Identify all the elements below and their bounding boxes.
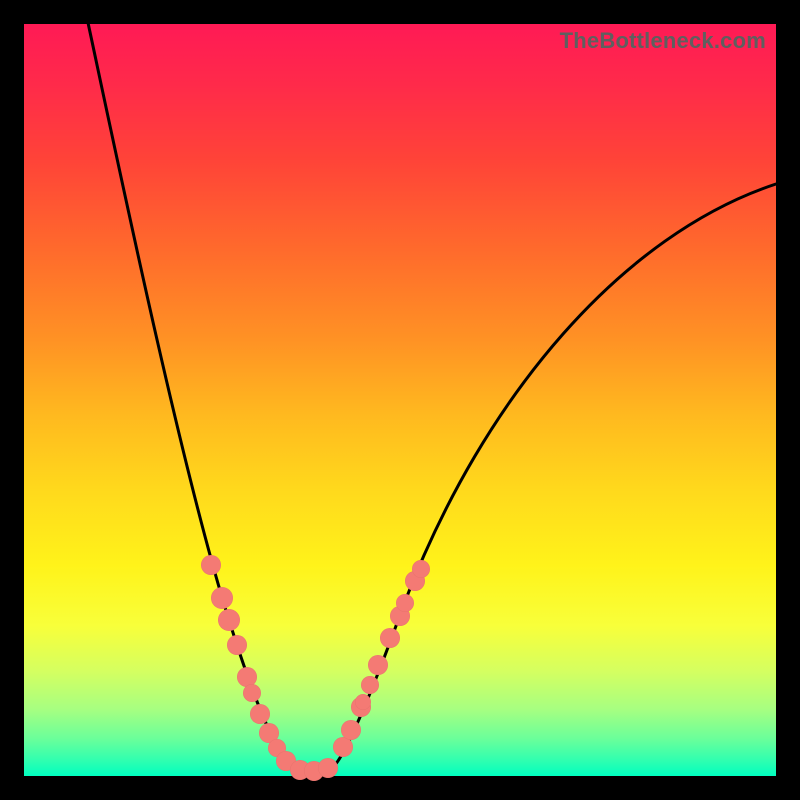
data-dot <box>361 676 379 694</box>
plot-area: TheBottleneck.com <box>24 24 776 776</box>
curve-left-branch <box>87 18 290 766</box>
data-dot <box>227 635 247 655</box>
data-dot <box>355 694 371 710</box>
data-dot <box>333 737 353 757</box>
data-dot <box>250 704 270 724</box>
data-dot <box>380 628 400 648</box>
data-dot <box>211 587 233 609</box>
data-dot <box>201 555 221 575</box>
data-dot <box>368 655 388 675</box>
data-dot <box>243 684 261 702</box>
data-dot <box>218 609 240 631</box>
curve-layer <box>24 24 776 776</box>
data-dot <box>412 560 430 578</box>
chart-stage: TheBottleneck.com <box>0 0 800 800</box>
data-dot <box>396 594 414 612</box>
data-dot <box>318 758 338 778</box>
data-dot <box>341 720 361 740</box>
curve-right-branch <box>334 184 776 766</box>
